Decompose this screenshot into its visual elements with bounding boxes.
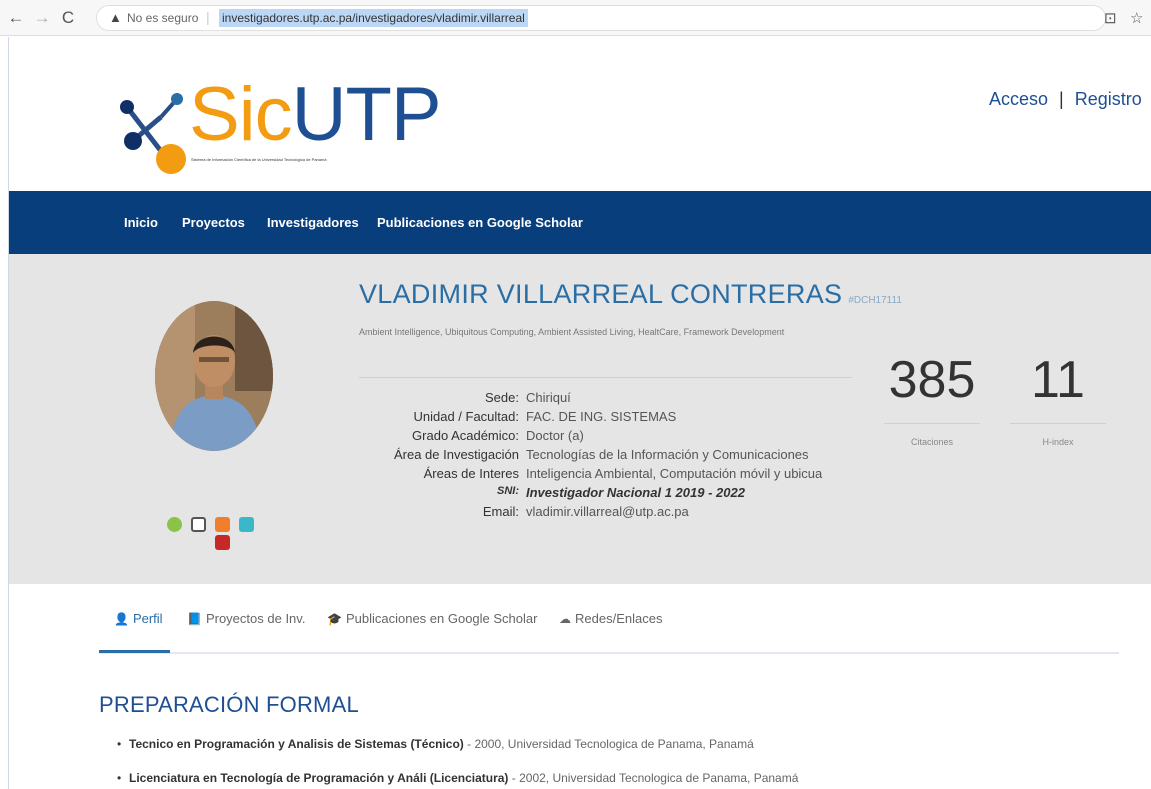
researcher-name: VLADIMIR VILLARREAL CONTRERAS xyxy=(359,279,843,309)
info-value: Investigador Nacional 1 2019 - 2022 xyxy=(526,485,745,500)
sicutp-logo[interactable]: SicUTP Sistema de Información Científica… xyxy=(109,67,442,187)
nav-item-investigadores[interactable]: Investigadores xyxy=(267,215,359,230)
bullet: • xyxy=(117,737,122,751)
tab-perfil[interactable]: 👤 Perfil xyxy=(114,611,163,626)
logo-wordmark: SicUTP xyxy=(189,77,442,153)
bullet: • xyxy=(117,771,122,785)
info-value: Chiriquí xyxy=(526,390,571,405)
info-value: Tecnologías de la Información y Comunica… xyxy=(526,447,809,462)
graduation-cap-icon: 🎓 xyxy=(327,612,342,626)
hindex-count: 11 xyxy=(1031,351,1085,409)
education-list: • Tecnico en Programación y Analisis de S… xyxy=(117,737,798,789)
reload-icon[interactable]: C xyxy=(58,8,78,28)
orcid-icon[interactable] xyxy=(215,517,230,532)
divider xyxy=(359,377,852,378)
back-arrow-icon[interactable]: ← xyxy=(6,8,26,28)
profile-photo xyxy=(155,301,273,451)
tab-label: Publicaciones en Google Scholar xyxy=(345,611,538,626)
info-row-email: Email: vladimir.villarreal@utp.ac.pa xyxy=(359,504,859,522)
info-label: Unidad / Facultad: xyxy=(413,409,519,424)
degree-detail: - 2002, Universidad Tecnologica de Panam… xyxy=(508,771,799,785)
profile-section: VLADIMIR VILLARREAL CONTRERAS #DCH17111 A… xyxy=(9,254,1151,584)
info-row-intereses: Áreas de Interes Inteligencia Ambiental,… xyxy=(359,466,859,484)
info-row-sede: Sede: Chiriquí xyxy=(359,390,859,408)
avatar xyxy=(155,301,273,451)
cloud-icon: ☁ xyxy=(559,612,571,626)
info-value: Inteligencia Ambiental, Computación móvi… xyxy=(526,466,823,481)
tab-publicaciones[interactable]: 🎓 Publicaciones en Google Scholar xyxy=(327,611,537,626)
logo-sic: Sic xyxy=(189,72,293,157)
info-row-sni: SNI: Investigador Nacional 1 2019 - 2022 xyxy=(359,485,859,503)
active-tab-indicator xyxy=(99,650,170,653)
info-row-area: Área de Investigación Tecnologías de la … xyxy=(359,447,859,465)
molecule-logo-icon xyxy=(120,93,186,174)
info-label: Grado Académico: xyxy=(412,428,519,443)
citations-label: Citaciones xyxy=(910,437,954,447)
email-link[interactable]: vladimir.villarreal@utp.ac.pa xyxy=(526,504,689,519)
research-interests: Ambient Intelligence, Ubiquitous Computi… xyxy=(359,327,785,337)
info-label: Sede: xyxy=(485,390,519,405)
cast-icon[interactable]: ⊡ xyxy=(1104,9,1117,27)
info-value: FAC. DE ING. SISTEMAS xyxy=(526,409,677,424)
info-value: Doctor (a) xyxy=(526,428,584,443)
researcher-code: #DCH17111 xyxy=(848,295,902,306)
hindex-label: H-index xyxy=(1042,437,1074,447)
auth-links: Acceso | Registro xyxy=(989,89,1142,110)
researchgate-icon[interactable] xyxy=(167,517,182,532)
profile-tabs: 👤 Perfil 📘 Proyectos de Inv. 🎓 Publicacione… xyxy=(99,609,1119,654)
info-label: Área de Investigación xyxy=(393,447,519,462)
bookmark-star-icon[interactable]: ☆ xyxy=(1130,9,1143,27)
list-item: • Licenciatura en Tecnología de Programac… xyxy=(117,771,798,785)
forward-arrow-icon[interactable]: → xyxy=(32,8,52,28)
info-row-grado: Grado Académico: Doctor (a) xyxy=(359,428,859,446)
info-label: Email: xyxy=(482,504,519,519)
stat-divider xyxy=(1010,423,1106,424)
tab-label: Proyectos de Inv. xyxy=(205,611,306,626)
url-separator: | xyxy=(206,9,210,25)
address-bar[interactable]: ▲ No es seguro | investigadores.utp.ac.p… xyxy=(96,5,1106,31)
logo-subtitle: Sistema de Información Científica de la … xyxy=(191,157,327,162)
hindex-stat: 11 H-index xyxy=(1003,354,1113,447)
auth-separator: | xyxy=(1059,89,1064,109)
user-icon: 👤 xyxy=(114,612,129,626)
security-label[interactable]: No es seguro xyxy=(127,11,198,25)
page: SicUTP Sistema de Información Científica… xyxy=(8,37,1151,789)
mendeley-icon[interactable] xyxy=(215,535,230,550)
url-text[interactable]: investigadores.utp.ac.pa/investigadores/… xyxy=(219,9,528,27)
list-item: • Tecnico en Programación y Analisis de S… xyxy=(117,737,798,751)
tab-label: Redes/Enlaces xyxy=(575,611,663,626)
login-link[interactable]: Acceso xyxy=(989,89,1048,110)
register-link[interactable]: Registro xyxy=(1075,89,1142,110)
tab-redes[interactable]: ☁ Redes/Enlaces xyxy=(559,611,662,626)
nav-item-inicio[interactable]: Inicio xyxy=(124,215,158,230)
stat-divider xyxy=(884,423,980,424)
browser-toolbar: ← → C ▲ No es seguro | investigadores.ut… xyxy=(0,0,1151,36)
nav-item-publicaciones[interactable]: Publicaciones en Google Scholar xyxy=(377,215,583,230)
info-label: Áreas de Interes xyxy=(423,466,519,481)
info-label: SNI: xyxy=(497,485,519,497)
citations-stat: 385 Citaciones xyxy=(877,354,987,447)
book-icon: 📘 xyxy=(187,612,202,626)
save-icon[interactable] xyxy=(191,517,206,532)
degree-title: Tecnico en Programación y Analisis de Si… xyxy=(129,737,464,751)
info-row-unidad: Unidad / Facultad: FAC. DE ING. SISTEMAS xyxy=(359,409,859,427)
section-title: PREPARACIÓN FORMAL xyxy=(99,692,359,717)
tab-proyectos[interactable]: 📘 Proyectos de Inv. xyxy=(187,611,305,626)
degree-detail: - 2000, Universidad Tecnologica de Panam… xyxy=(463,737,754,751)
nav-item-proyectos[interactable]: Proyectos xyxy=(182,215,245,230)
main-navbar: Inicio Proyectos Investigadores Publicac… xyxy=(9,191,1151,254)
logo-utp: UTP xyxy=(291,72,442,157)
citations-count: 385 xyxy=(888,351,976,409)
researcher-heading: VLADIMIR VILLARREAL CONTRERAS #DCH17111 xyxy=(359,279,902,310)
scholar-icon[interactable] xyxy=(239,517,254,532)
degree-title: Licenciatura en Tecnología de Programaci… xyxy=(129,771,509,785)
tab-label: Perfil xyxy=(132,611,163,626)
warning-icon[interactable]: ▲ xyxy=(109,10,122,25)
